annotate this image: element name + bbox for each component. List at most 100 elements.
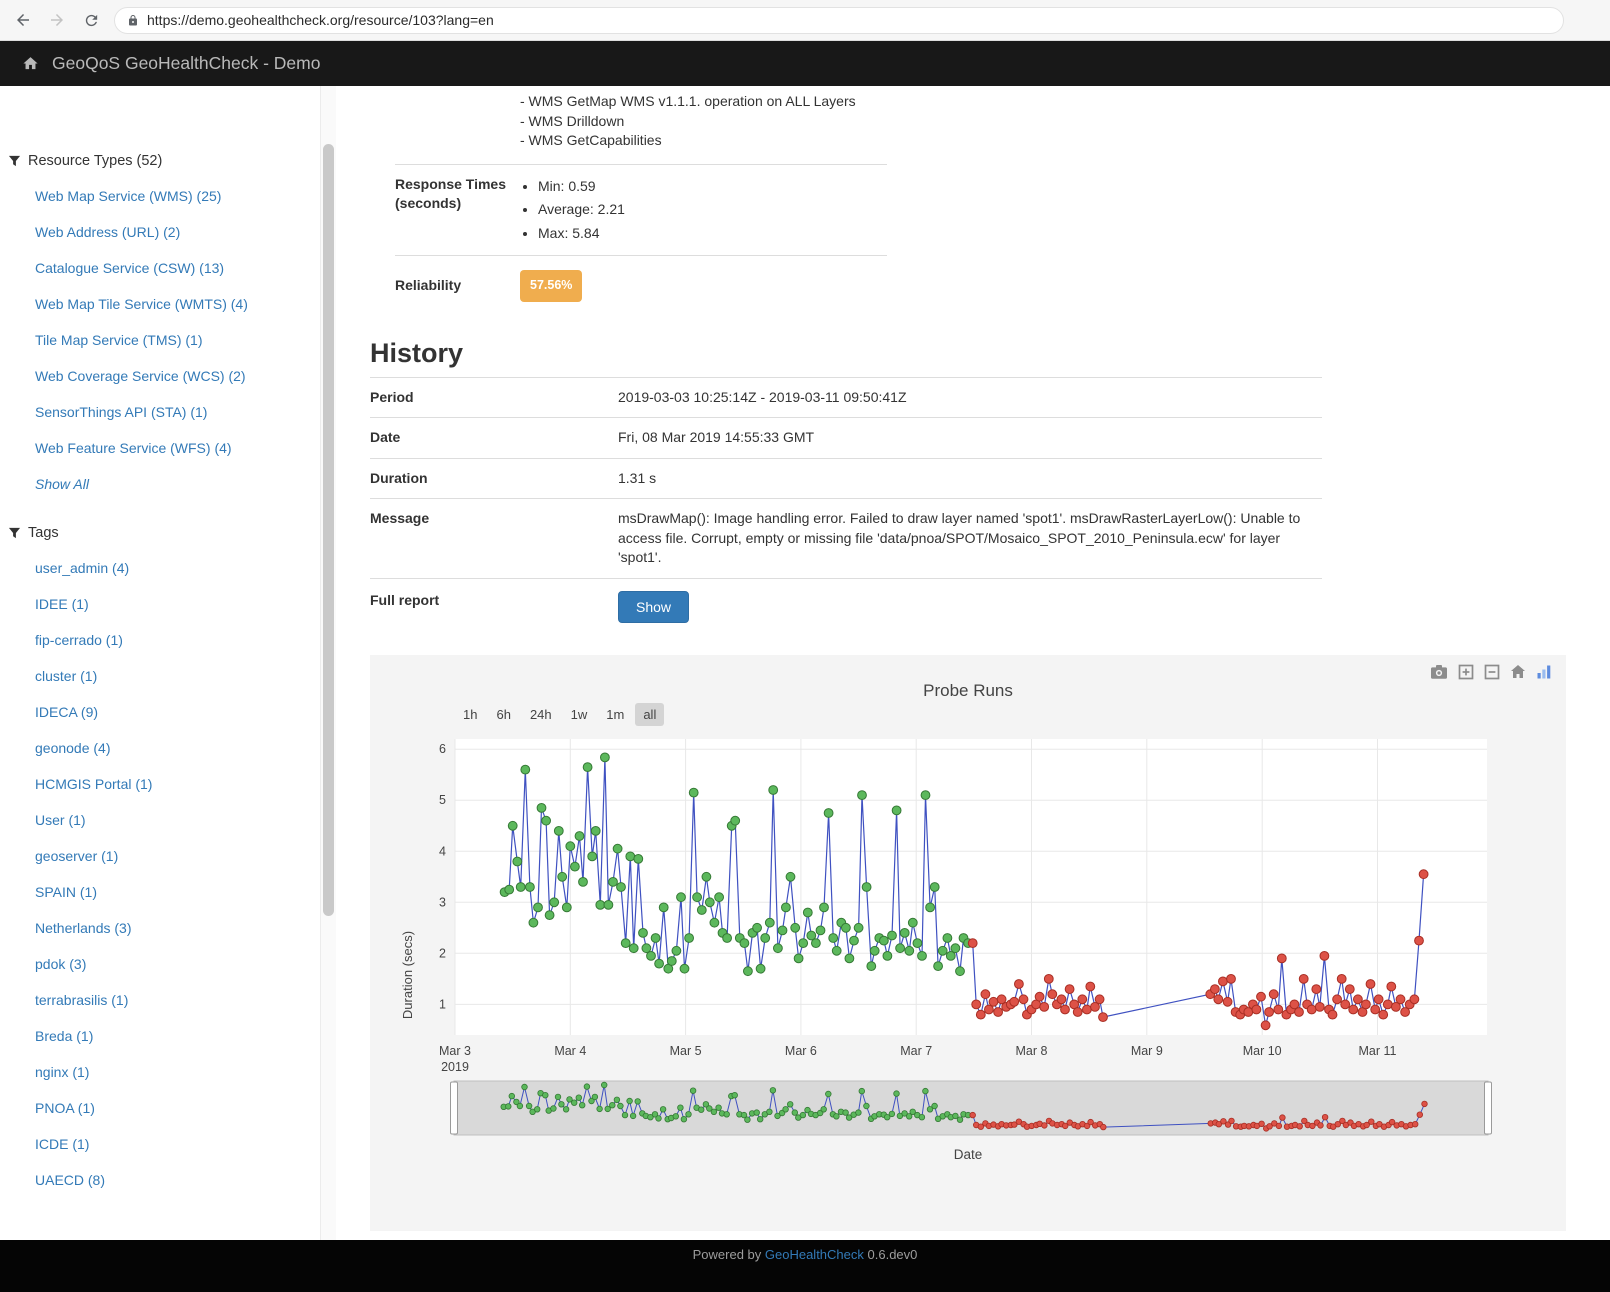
tag-uaecd[interactable]: UAECD (8) [35,1162,320,1198]
response-time-max: Max: 5.84 [538,222,625,246]
zoom-out-icon[interactable] [1484,664,1500,680]
tags-list: user_admin (4) IDEE (1) fip-cerrado (1) … [8,550,320,1198]
sidebar-scrollbar[interactable] [320,86,336,1240]
tag-fip-cerrado[interactable]: fip-cerrado (1) [35,622,320,658]
range-button-1w[interactable]: 1w [563,703,596,726]
resource-type-wfs[interactable]: Web Feature Service (WFS) (4) [35,430,320,466]
tag-icde[interactable]: ICDE (1) [35,1126,320,1162]
tag-user[interactable]: User (1) [35,802,320,838]
camera-icon[interactable] [1430,664,1448,680]
svg-text:Mar 11: Mar 11 [1359,1044,1397,1058]
probe-line: - WMS Drilldown [520,112,856,132]
reliability-label: Reliability [395,276,520,295]
tag-terrabrasilis[interactable]: terrabrasilis (1) [35,982,320,1018]
tag-pdok[interactable]: pdok (3) [35,946,320,982]
response-time-average: Average: 2.21 [538,198,625,222]
navbar-brand[interactable]: GeoQoS GeoHealthCheck - Demo [52,53,320,74]
tag-geoserver[interactable]: geoserver (1) [35,838,320,874]
scrollbar-thumb[interactable] [323,144,334,916]
resource-type-sta[interactable]: SensorThings API (STA) (1) [35,394,320,430]
reliability-row: Reliability 57.56% [395,255,887,318]
probes-row: - WMS GetMap WMS v1.1.1. operation on AL… [395,92,887,164]
range-button-24h[interactable]: 24h [522,703,560,726]
browser-chrome: https://demo.geohealthcheck.org/resource… [0,0,1610,41]
svg-text:Mar 8: Mar 8 [1016,1044,1048,1058]
tags-header: Tags [8,516,320,550]
tag-user-admin[interactable]: user_admin (4) [35,550,320,586]
zoom-in-icon[interactable] [1458,664,1474,680]
history-title: History [370,338,1610,369]
history-row-period: Period 2019-03-03 10:25:14Z - 2019-03-11… [370,377,1322,418]
tag-hcmgis-portal[interactable]: HCMGIS Portal (1) [35,766,320,802]
range-button-all[interactable]: all [635,703,664,726]
reset-axes-home-icon[interactable] [1510,664,1526,680]
svg-text:5: 5 [439,793,446,807]
range-button-1h[interactable]: 1h [455,703,485,726]
tag-spain[interactable]: SPAIN (1) [35,874,320,910]
show-all-link[interactable]: Show All [35,466,320,502]
tag-nginx[interactable]: nginx (1) [35,1054,320,1090]
tag-idee[interactable]: IDEE (1) [35,586,320,622]
filter-funnel-icon [8,155,21,168]
refresh-button[interactable] [80,9,102,31]
y-axis-label: Duration (secs) [400,915,416,1035]
tag-geonode[interactable]: geonode (4) [35,730,320,766]
svg-text:Mar 4: Mar 4 [554,1044,586,1058]
plotly-logo-icon[interactable] [1536,664,1552,680]
url-input[interactable]: https://demo.geohealthcheck.org/resource… [147,12,494,28]
tag-breda[interactable]: Breda (1) [35,1018,320,1054]
svg-text:Mar 9: Mar 9 [1131,1044,1163,1058]
response-times-list: Min: 0.59 Average: 2.21 Max: 5.84 [520,175,625,246]
history-table: Period 2019-03-03 10:25:14Z - 2019-03-11… [370,377,1322,635]
footer-geohealthcheck-link[interactable]: GeoHealthCheck [765,1247,864,1262]
resource-type-csw[interactable]: Catalogue Service (CSW) (13) [35,250,320,286]
probe-line: - WMS GetCapabilities [520,131,856,151]
svg-text:3: 3 [439,895,446,909]
tag-pnoa[interactable]: PNOA (1) [35,1090,320,1126]
footer: Powered by GeoHealthCheck 0.6.dev0 [0,1240,1610,1292]
svg-text:2: 2 [439,946,446,960]
tag-ideca[interactable]: IDECA (9) [35,694,320,730]
response-times-row: Response Times (seconds) Min: 0.59 Avera… [395,164,887,256]
resource-type-tms[interactable]: Tile Map Service (TMS) (1) [35,322,320,358]
resource-type-wms[interactable]: Web Map Service (WMS) (25) [35,178,320,214]
chart-title: Probe Runs [370,655,1566,681]
resource-type-wcs[interactable]: Web Coverage Service (WCS) (2) [35,358,320,394]
resource-type-url[interactable]: Web Address (URL) (2) [35,214,320,250]
footer-powered-by: Powered by [693,1247,762,1262]
probe-line: - WMS GetMap WMS v1.1.1. operation on AL… [520,92,856,112]
range-button-6h[interactable]: 6h [488,703,518,726]
resource-type-wmts[interactable]: Web Map Tile Service (WMTS) (4) [35,286,320,322]
filter-funnel-icon [8,527,21,540]
url-bar[interactable]: https://demo.geohealthcheck.org/resource… [114,7,1564,34]
probe-runs-plot-area[interactable]: Mar 32019Mar 4Mar 5Mar 6Mar 7Mar 8Mar 9M… [370,731,1510,1075]
range-slider-handle-right[interactable] [1485,1082,1492,1134]
tag-netherlands[interactable]: Netherlands (3) [35,910,320,946]
svg-text:4: 4 [439,844,446,858]
footer-version: 0.6.dev0 [868,1247,918,1262]
range-button-1m[interactable]: 1m [598,703,632,726]
svg-text:Mar 3: Mar 3 [439,1044,471,1058]
history-row-message: Message msDrawMap(): Image handling erro… [370,498,1322,578]
svg-text:Mar 10: Mar 10 [1243,1044,1282,1058]
response-time-min: Min: 0.59 [538,175,625,199]
history-row-date: Date Fri, 08 Mar 2019 14:55:33 GMT [370,417,1322,458]
home-icon[interactable] [22,55,39,72]
resource-summary-table: - WMS GetMap WMS v1.1.1. operation on AL… [395,92,887,318]
probes-list: - WMS GetMap WMS v1.1.1. operation on AL… [520,92,856,151]
range-selector: 1h 6h 24h 1w 1m all [455,703,1566,727]
tag-cluster[interactable]: cluster (1) [35,658,320,694]
probe-runs-chart: Probe Runs 1h 6h 24h 1w 1m all Duration … [370,655,1566,1231]
range-slider-handle-left[interactable] [451,1082,458,1134]
show-report-button[interactable]: Show [618,591,689,623]
svg-text:1: 1 [439,997,446,1011]
resource-types-header: Resource Types (52) [8,144,320,178]
forward-button[interactable] [46,9,68,31]
reliability-badge: 57.56% [520,270,582,302]
full-report-label: Full report [370,591,618,610]
sidebar: Resource Types (52) Web Map Service (WMS… [0,86,320,1240]
resource-types-list: Web Map Service (WMS) (25) Web Address (… [8,178,320,502]
range-slider[interactable] [450,1077,1492,1139]
history-row-full-report: Full report Show [370,578,1322,635]
back-button[interactable] [12,9,34,31]
